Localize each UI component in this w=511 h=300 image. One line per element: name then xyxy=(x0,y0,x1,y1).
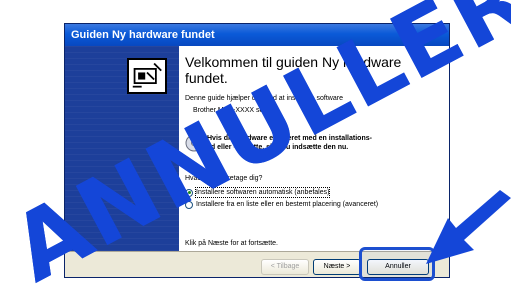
next-hint-text: Klik på Næste for at fortsætte. xyxy=(185,240,278,247)
back-button[interactable]: < Tilbage xyxy=(261,259,309,275)
pointer-arrow-icon xyxy=(426,190,511,264)
hardware-wizard-icon xyxy=(127,58,167,94)
next-button[interactable]: Næste > xyxy=(313,259,361,275)
